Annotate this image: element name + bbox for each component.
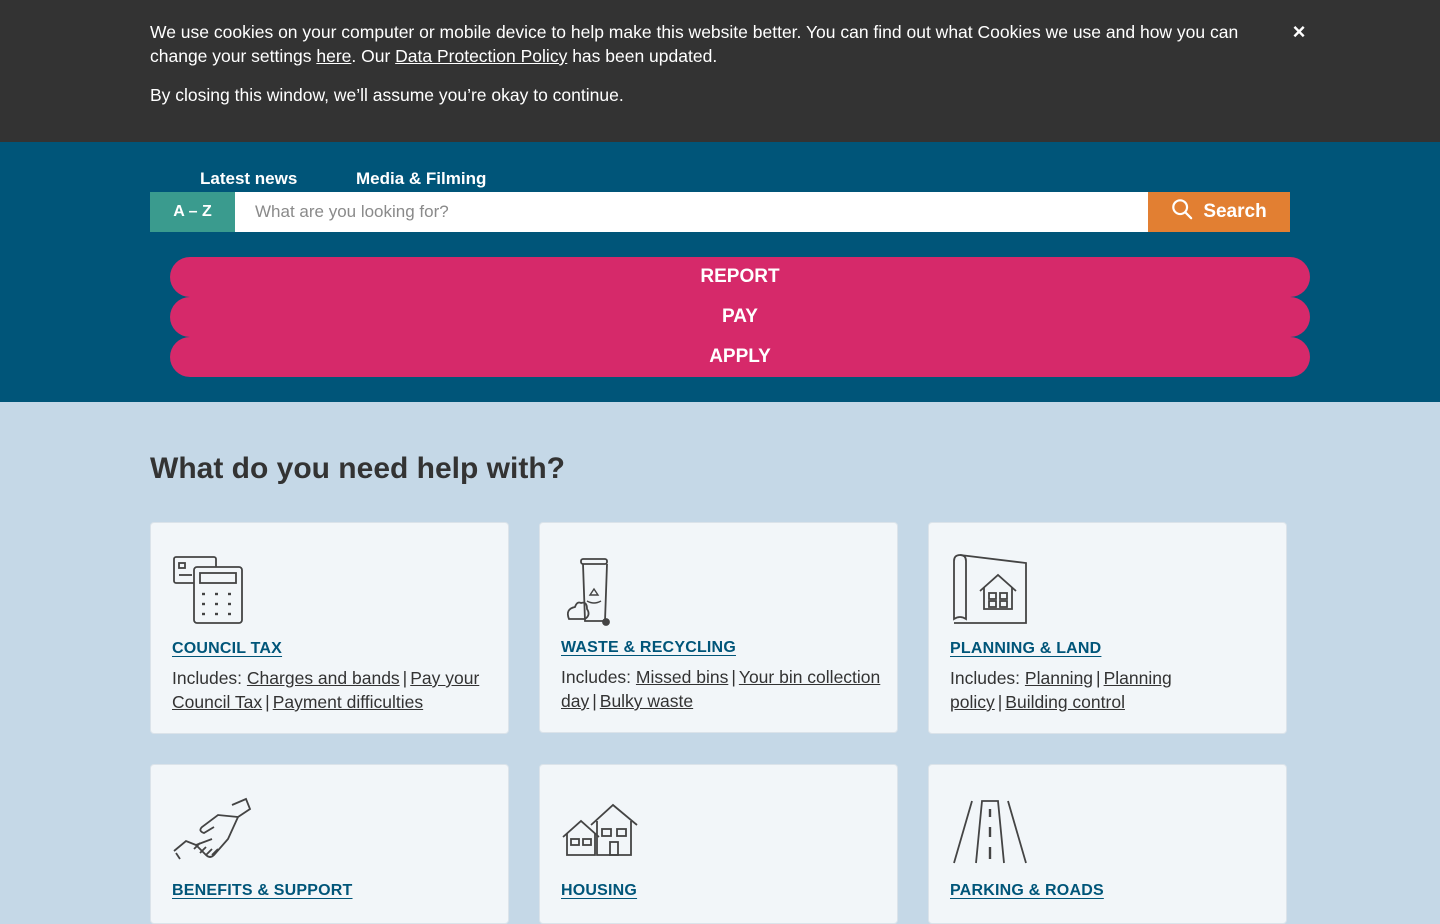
cookie-text-2: . Our [351,46,396,66]
search-bar: A – Z Search [150,192,1290,232]
includes-label: Includes: [561,667,632,687]
houses-icon [561,795,641,871]
road-icon [950,795,1030,871]
link-planning[interactable]: Planning [1025,668,1093,688]
a-z-button[interactable]: A – Z [150,192,235,232]
close-icon[interactable]: × [1289,21,1309,43]
link-bulky-waste[interactable]: Bulky waste [600,691,693,711]
includes-label: Includes: [950,668,1021,688]
card-council-tax: COUNCIL TAX Includes: Charges and bands |… [150,522,509,734]
card-benefits-support: BENEFITS & SUPPORT [150,764,509,924]
apply-button[interactable]: APPLY [170,337,1310,377]
recycling-bin-icon [561,553,641,629]
search-icon [1171,198,1193,226]
search-button-label: Search [1203,201,1267,222]
card-desc-planning-land: Includes: Planning | Planning policy | Build… [950,668,1172,712]
nav-latest-news[interactable]: Latest news [200,169,297,189]
cookie-text-3: has been updated. [567,46,718,66]
page-title: What do you need help with? [150,452,565,485]
card-title-council-tax[interactable]: COUNCIL TAX [172,640,282,658]
nav-media-filming[interactable]: Media & Filming [356,169,486,189]
cookie-banner: We use cookies on your computer or mobil… [0,0,1440,142]
pay-button[interactable]: PAY [170,297,1310,337]
calculator-icon [172,553,252,629]
card-title-housing[interactable]: HOUSING [561,882,637,900]
link-charges-and-bands[interactable]: Charges and bands [247,668,400,688]
search-input[interactable] [235,192,1148,232]
card-title-waste-recycling[interactable]: WASTE & RECYCLING [561,639,736,657]
card-desc-waste-recycling: Includes: Missed bins | Your bin collectio… [561,667,881,711]
card-planning-land: PLANNING & LAND Includes: Planning | Plann… [928,522,1287,734]
handshake-icon [172,795,252,871]
link-payment-difficulties[interactable]: Payment difficulties [273,692,423,712]
card-desc-council-tax: Includes: Charges and bands | Pay your Cou… [172,668,480,712]
report-button[interactable]: REPORT [170,257,1310,297]
data-protection-policy-link[interactable]: Data Protection Policy [395,46,567,66]
link-missed-bins[interactable]: Missed bins [636,667,728,687]
card-waste-recycling: WASTE & RECYCLING Includes: Missed bins |… [539,522,898,733]
search-button[interactable]: Search [1148,192,1290,232]
card-title-benefits-support[interactable]: BENEFITS & SUPPORT [172,882,353,900]
card-title-planning-land[interactable]: PLANNING & LAND [950,640,1101,658]
blueprint-house-icon [950,553,1030,629]
card-title-parking-roads[interactable]: PARKING & ROADS [950,882,1104,900]
site-header: Latest news Media & Filming A – Z Search… [0,142,1440,402]
cookie-continue-text: By closing this window, we’ll assume you… [150,85,624,105]
card-parking-roads: PARKING & ROADS [928,764,1287,924]
card-housing: HOUSING [539,764,898,924]
cookie-message: We use cookies on your computer or mobil… [150,20,1280,107]
includes-label: Includes: [172,668,243,688]
cookie-settings-link[interactable]: here [316,46,351,66]
link-building-control[interactable]: Building control [1005,692,1125,712]
